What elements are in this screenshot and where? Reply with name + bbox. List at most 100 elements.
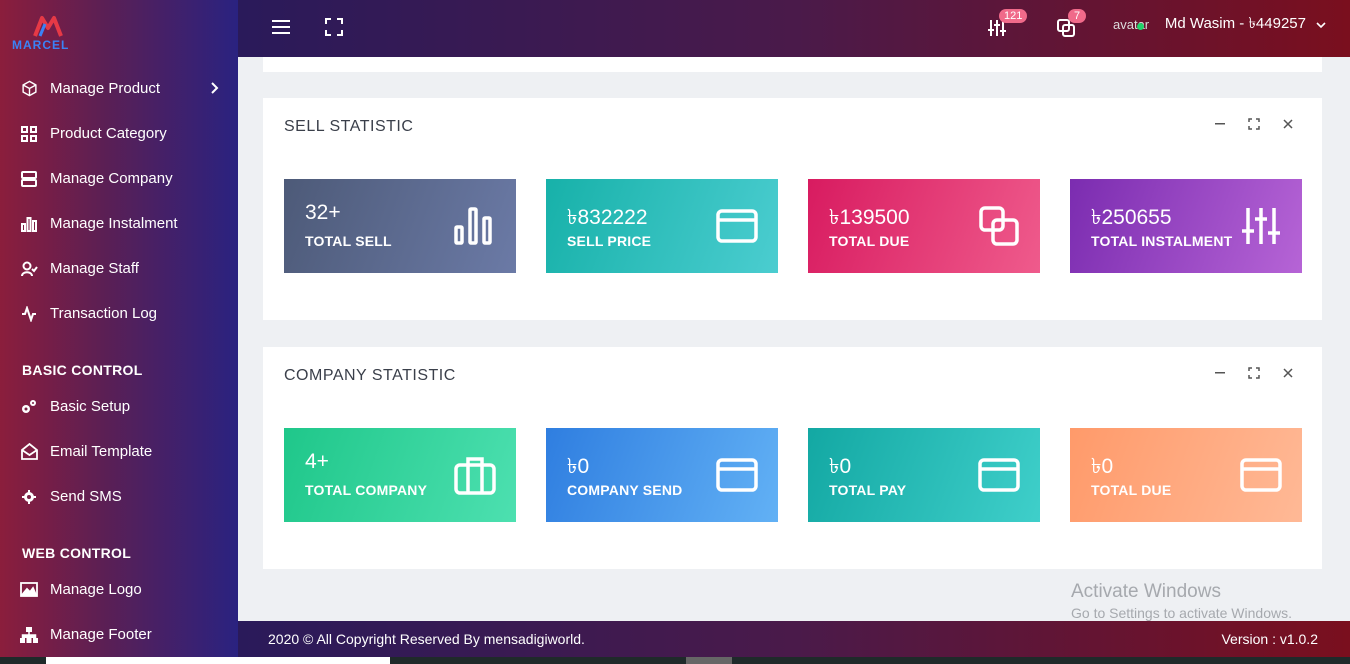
online-status-dot — [1137, 23, 1144, 30]
expand-icon[interactable] — [1246, 365, 1262, 381]
gear-icon — [20, 488, 38, 506]
stat-value: ৳0 — [829, 455, 852, 478]
sidebar-item-label: Product Category — [50, 125, 167, 142]
expand-icon[interactable] — [1246, 116, 1262, 132]
stat-label: TOTAL DUE — [1091, 482, 1172, 498]
sidebar-item-manage-instalment[interactable]: Manage Instalment — [0, 201, 238, 246]
sidebar-item-label: Manage Instalment — [50, 215, 178, 232]
briefcase-icon — [454, 457, 496, 495]
stat-value: 4+ — [305, 450, 329, 473]
sidebar-item-label: Manage Logo — [50, 581, 142, 598]
minimize-icon[interactable] — [1212, 116, 1228, 132]
sidebar-item-manage-company[interactable]: Manage Company — [0, 156, 238, 201]
sidebar-item-manage-staff[interactable]: Manage Staff — [0, 246, 238, 291]
sidebar-item-label: Manage Staff — [50, 260, 139, 277]
company-statistic-card: COMPANY STATISTIC 4+ TOTAL COMPANY ৳0 CO… — [263, 347, 1322, 569]
stat-tile-total-pay[interactable]: ৳0 TOTAL PAY — [808, 428, 1040, 522]
sidebar-menu: Manage Product Product Category Manage C… — [0, 66, 238, 657]
sidebar-item-email-template[interactable]: Email Template — [0, 429, 238, 474]
sidebar-item-basic-setup[interactable]: Basic Setup — [0, 384, 238, 429]
stat-label: TOTAL INSTALMENT — [1091, 233, 1233, 249]
stat-label: TOTAL COMPANY — [305, 482, 428, 498]
stat-value: ৳139500 — [829, 206, 910, 229]
activity-icon — [20, 305, 38, 323]
footer: 2020 © All Copyright Reserved By mensadi… — [238, 621, 1350, 657]
sidebar-item-label: Manage Product — [50, 80, 161, 97]
logo-mark-icon — [33, 16, 63, 37]
taskbar-segment — [686, 657, 732, 664]
stat-tile-company-total-due[interactable]: ৳0 TOTAL DUE — [1070, 428, 1302, 522]
sliders-notification-icon[interactable]: 121 — [987, 9, 1028, 40]
sidebar-item-label: Manage Company — [50, 170, 173, 187]
user-check-icon — [20, 260, 38, 278]
close-icon[interactable] — [1280, 365, 1296, 381]
card-title: SELL STATISTIC — [284, 118, 414, 135]
credit-card-icon — [716, 458, 758, 492]
user-menu[interactable]: Md Wasim - ৳449257 — [1165, 12, 1326, 37]
sidebar-item-transaction-log[interactable]: Transaction Log — [0, 291, 238, 336]
credit-card-icon — [716, 209, 758, 243]
sidebar-item-manage-logo[interactable]: Manage Logo — [0, 567, 238, 612]
sidebar-item-product-category[interactable]: Product Category — [0, 111, 238, 156]
card-tools — [1212, 116, 1296, 132]
taskbar-strip — [0, 657, 1350, 664]
fullscreen-icon[interactable] — [325, 18, 347, 40]
stat-tile-total-due[interactable]: ৳139500 TOTAL DUE — [808, 179, 1040, 273]
chevron-down-icon — [1316, 16, 1326, 33]
brand-logo[interactable]: MARCEL — [12, 14, 92, 54]
copy-icon — [979, 206, 1019, 246]
taskbar-segment — [46, 657, 390, 664]
sidebar-item-label: Transaction Log — [50, 305, 158, 322]
stat-tile-sell-price[interactable]: ৳832222 SELL PRICE — [546, 179, 778, 273]
stat-value: ৳0 — [1091, 455, 1114, 478]
stat-tile-total-sell[interactable]: 32+ TOTAL SELL — [284, 179, 516, 273]
watermark-line: Go to Settings to activate Windows. — [1071, 605, 1292, 621]
copyright-text: 2020 © All Copyright Reserved By mensadi… — [268, 631, 585, 647]
sidebar-item-manage-product[interactable]: Manage Product — [0, 66, 238, 111]
windows-activation-watermark: Activate Windows Go to Settings to activ… — [1071, 581, 1292, 621]
sell-statistic-card: SELL STATISTIC 32+ TOTAL SELL ৳832222 SE… — [263, 98, 1322, 320]
stat-label: SELL PRICE — [567, 233, 652, 249]
stat-tile-total-instalment[interactable]: ৳250655 TOTAL INSTALMENT — [1070, 179, 1302, 273]
sidebar-item-send-sms[interactable]: Send SMS — [0, 474, 238, 519]
sidebar-item-label: Manage Footer — [50, 626, 152, 643]
sidebar-item-manage-footer[interactable]: Manage Footer — [0, 612, 238, 657]
close-icon[interactable] — [1280, 116, 1296, 132]
sidebar: MARCEL Manage Product Product Category M… — [0, 0, 238, 664]
server-icon — [20, 170, 38, 188]
section-title-basic-control: BASIC CONTROL — [22, 362, 143, 378]
stat-tile-total-company[interactable]: 4+ TOTAL COMPANY — [284, 428, 516, 522]
sidebar-item-label: Send SMS — [50, 488, 122, 505]
sliders-icon — [1242, 208, 1280, 244]
grid-icon — [20, 125, 38, 143]
logo-text: MARCEL — [12, 38, 70, 52]
stat-value: ৳250655 — [1091, 206, 1172, 229]
envelope-open-icon — [20, 443, 38, 461]
stat-value: ৳0 — [567, 455, 590, 478]
message-badge: 7 — [1068, 9, 1086, 23]
card-tools — [1212, 365, 1296, 381]
user-name: Md Wasim - ৳449257 — [1164, 15, 1306, 32]
copy-notification-icon[interactable]: 7 — [1056, 9, 1086, 40]
topbar: 121 7 avatar Md Wasim - ৳449257 — [238, 0, 1350, 57]
section-title-web-control: WEB CONTROL — [22, 545, 132, 561]
stat-label: COMPANY SEND — [567, 482, 683, 498]
sidebar-item-label: Email Template — [50, 443, 153, 460]
stat-tile-company-send[interactable]: ৳0 COMPANY SEND — [546, 428, 778, 522]
notification-badge: 121 — [999, 9, 1028, 23]
sell-tiles: 32+ TOTAL SELL ৳832222 SELL PRICE ৳13950… — [284, 179, 1302, 273]
sitemap-icon — [20, 626, 38, 644]
gears-icon — [20, 398, 38, 416]
stat-value: 32+ — [305, 201, 341, 224]
credit-card-icon — [1240, 458, 1282, 492]
hamburger-menu-icon[interactable] — [271, 18, 293, 40]
chevron-right-icon — [210, 81, 220, 97]
stat-label: TOTAL SELL — [305, 233, 392, 249]
stat-label: TOTAL DUE — [829, 233, 910, 249]
previous-card-edge — [263, 57, 1322, 72]
image-icon — [20, 581, 38, 599]
sidebar-item-label: Basic Setup — [50, 398, 131, 415]
credit-card-icon — [978, 458, 1020, 492]
company-tiles: 4+ TOTAL COMPANY ৳0 COMPANY SEND ৳0 TOTA… — [284, 428, 1302, 522]
minimize-icon[interactable] — [1212, 365, 1228, 381]
